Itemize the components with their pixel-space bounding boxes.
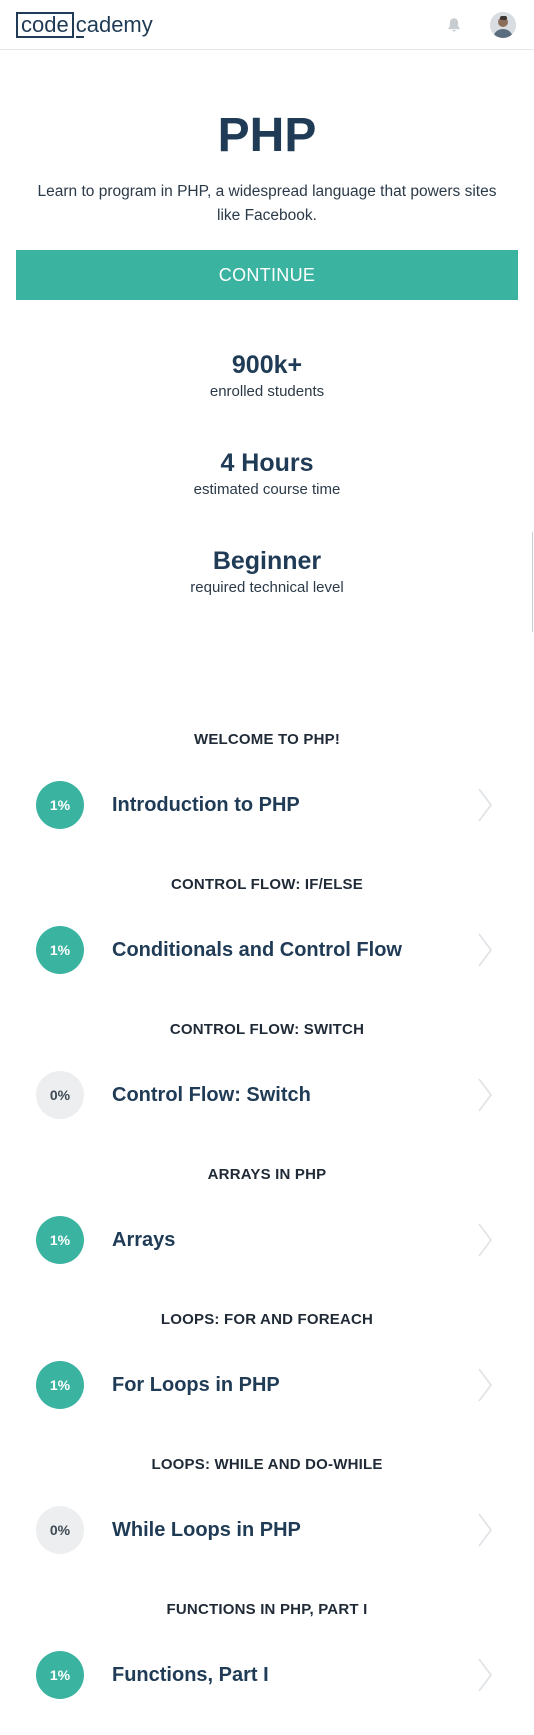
stat-enrolled: 900k+ enrolled students: [0, 350, 534, 402]
avatar-icon: [490, 12, 516, 38]
progress-badge: 1%: [36, 926, 84, 974]
stat-label: required technical level: [190, 579, 344, 596]
lesson-title: Conditionals and Control Flow: [112, 939, 402, 961]
chevron-right-icon: [478, 1223, 492, 1257]
progress-badge: 1%: [36, 1361, 84, 1409]
section-heading: LOOPS: FOR AND FOREACH: [160, 1311, 374, 1328]
stat-value: 4 Hours: [220, 449, 314, 477]
chevron-right-icon: [478, 788, 492, 822]
stat-label: estimated course time: [193, 481, 341, 498]
course-title: PHP: [217, 109, 317, 162]
chevron-right-icon: [478, 933, 492, 967]
section-heading: CONTROL FLOW: IF/ELSE: [171, 876, 363, 893]
lesson-row-arrays[interactable]: 1% Arrays: [0, 1210, 534, 1270]
codecademy-logo[interactable]: code cademy: [16, 12, 153, 38]
chevron-right-icon: [478, 1658, 492, 1692]
stat-value: Beginner: [212, 547, 322, 575]
progress-badge: 1%: [36, 781, 84, 829]
stat-value: 900k+: [231, 351, 303, 379]
lesson-row-conditionals[interactable]: 1% Conditionals and Control Flow: [0, 920, 534, 980]
top-nav: code cademy: [0, 0, 534, 50]
lesson-title: Functions, Part I: [112, 1664, 269, 1686]
chevron-right-icon: [478, 1078, 492, 1112]
stat-level: Beginner required technical level: [0, 546, 534, 598]
notifications-button[interactable]: [443, 14, 465, 36]
lesson-row-for-loops[interactable]: 1% For Loops in PHP: [0, 1355, 534, 1415]
lesson-row-while-loops[interactable]: 0% While Loops in PHP: [0, 1500, 534, 1560]
chevron-right-icon: [478, 1513, 492, 1547]
progress-badge: 1%: [36, 1216, 84, 1264]
logo-boxed-text: code: [16, 12, 74, 38]
scroll-indicator: [532, 532, 533, 632]
section-heading: WELCOME TO PHP!: [193, 731, 341, 748]
section-heading: LOOPS: WHILE AND DO-WHILE: [151, 1456, 383, 1473]
lesson-row-switch[interactable]: 0% Control Flow: Switch: [0, 1065, 534, 1125]
stat-label: enrolled students: [209, 383, 325, 400]
progress-badge: 1%: [36, 1651, 84, 1699]
continue-button[interactable]: CONTINUE: [16, 250, 518, 300]
chevron-right-icon: [478, 1368, 492, 1402]
course-description: Learn to program in PHP, a widespread la…: [37, 183, 497, 224]
lesson-title: While Loops in PHP: [112, 1519, 301, 1541]
section-heading: FUNCTIONS IN PHP, PART I: [166, 1601, 368, 1618]
lesson-title: Control Flow: Switch: [112, 1084, 311, 1106]
lesson-title: Introduction to PHP: [112, 794, 300, 816]
section-heading: CONTROL FLOW: SWITCH: [169, 1021, 365, 1038]
progress-badge: 0%: [36, 1506, 84, 1554]
lesson-title: For Loops in PHP: [112, 1374, 280, 1396]
section-heading: ARRAYS IN PHP: [207, 1166, 327, 1183]
lesson-title: Arrays: [112, 1229, 176, 1251]
lesson-row-introduction[interactable]: 1% Introduction to PHP: [0, 775, 534, 835]
user-avatar[interactable]: [490, 12, 516, 38]
logo-rest-text: cademy: [75, 12, 153, 38]
bell-icon: [448, 18, 460, 32]
stat-duration: 4 Hours estimated course time: [0, 448, 534, 500]
progress-badge: 0%: [36, 1071, 84, 1119]
lesson-row-functions[interactable]: 1% Functions, Part I: [0, 1645, 534, 1705]
